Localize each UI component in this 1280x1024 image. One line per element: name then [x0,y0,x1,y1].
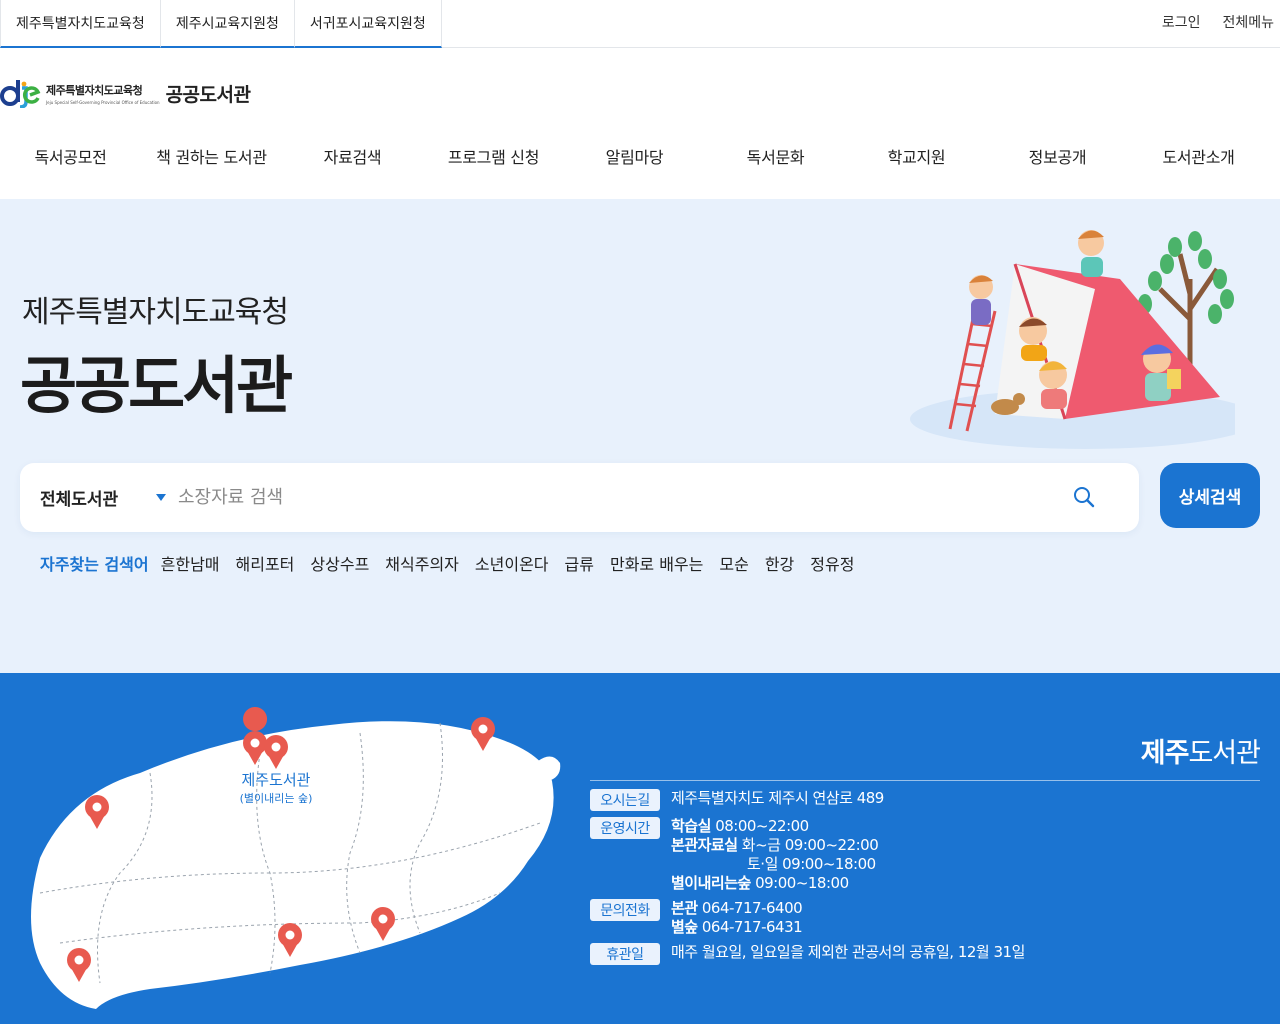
nav-notices[interactable]: 알림마당 [564,132,705,184]
map-library-label[interactable]: 제주도서관 [241,771,310,789]
children-book-illustration [910,230,1235,449]
closed-row: 휴관일 매주 월요일, 일요일을 제외한 관공서의 공휴일, 12월 31일 [590,943,1025,965]
popular-keywords-label: 자주찾는 검색어 [40,555,149,574]
agency-tabs: 제주특별자치도교육청 제주시교육지원청 서귀포시교육지원청 [0,0,442,48]
phone-forest-label: 별숲 [671,918,698,936]
library-title-rest: 도서관 [1188,738,1261,769]
jeju-island-map: 제주도서관 (별이내리는 숲) [31,707,561,1009]
nav-school-support[interactable]: 학교지원 [846,132,987,184]
nav-library-intro[interactable]: 도서관소개 [1128,132,1269,184]
phone-tag: 문의전화 [590,899,660,921]
phone-main[interactable]: 064-717-6400 [702,899,803,917]
hero-section: 제주특별자치도교육청 공공도서관 전체도서관 소장자료 검색 상세검색 자주찾는… [0,199,1280,673]
hours-forest: 09:00~18:00 [755,874,849,892]
catalog-search-box: 전체도서관 [20,463,1139,532]
hours-main-label: 본관자료실 [671,836,738,854]
nav-reading-culture[interactable]: 독서문화 [705,132,846,184]
hours-study: 08:00~22:00 [715,817,809,835]
logo-office-name: 제주특별자치도교육청 [46,83,143,97]
nav-information-disclosure[interactable]: 정보공개 [987,132,1128,184]
library-title-bold: 제주 [1140,738,1190,769]
hours-forest-label: 별이내리는숲 [671,874,751,892]
logo-office-english: Jeju Special Self-Governing Provincial O… [46,99,160,105]
nav-reading-contest[interactable]: 독서공모전 [0,132,141,184]
main-navigation: 독서공모전 책 권하는 도서관 자료검색 프로그램 신청 알림마당 독서문화 학… [0,132,1280,184]
library-info-section: 제주도서관 (별이내리는 숲) 제주도서관 오시는길 제주특별자치도 제주시 연… [0,673,1280,1024]
hours-main-weekday: 화~금 09:00~22:00 [741,836,879,854]
tab-jeju-city-office[interactable]: 제주시교육지원청 [160,0,295,48]
keyword-item[interactable]: 상상수프 [310,551,369,575]
tab-seogwipo-office[interactable]: 서귀포시교육지원청 [294,0,442,48]
phone-forest[interactable]: 064-717-6431 [702,918,803,936]
phone-main-label: 본관 [671,899,698,917]
map-library-sublabel: (별이내리는 숲) [240,792,313,805]
keyword-item[interactable]: 해리포터 [236,551,295,575]
login-link[interactable]: 로그인 [1162,12,1201,32]
popular-keywords: 자주찾는 검색어 흔한남매 해리포터 상상수프 채식주의자 소년이온다 급류 만… [40,551,870,575]
jje-logo-icon [0,80,41,108]
keyword-item[interactable]: 모순 [719,551,748,575]
library-details: 오시는길 제주특별자치도 제주시 연삼로 489 운영시간 학습실 08:00~… [590,789,1025,971]
caret-down-icon[interactable] [156,494,166,501]
address-row: 오시는길 제주특별자치도 제주시 연삼로 489 [590,789,1025,811]
address-text: 제주특별자치도 제주시 연삼로 489 [671,789,884,807]
keyword-item[interactable]: 채식주의자 [385,551,459,575]
catalog-search-input[interactable] [178,477,1048,517]
keyword-item[interactable]: 소년이온다 [475,551,549,575]
nav-recommending-library[interactable]: 책 권하는 도서관 [141,132,282,184]
keyword-item[interactable]: 한강 [765,551,794,575]
keyword-item[interactable]: 정유정 [810,551,854,575]
logo-library-name: 공공도서관 [165,83,251,106]
all-menu-link[interactable]: 전체메뉴 [1222,12,1274,32]
address-tag: 오시는길 [590,789,660,811]
phone-row: 문의전화 본관 064-717-6400 별숲 064-717-6431 [590,899,1025,937]
hours-main-weekend: 토·일 09:00~18:00 [747,855,876,873]
library-title: 제주도서관 [1140,731,1261,770]
keyword-item[interactable]: 급류 [565,551,594,575]
keyword-item[interactable]: 흔한남매 [161,551,220,575]
nav-material-search[interactable]: 자료검색 [282,132,423,184]
nav-program-application[interactable]: 프로그램 신청 [423,132,564,184]
utility-links: 로그인 전체메뉴 [1162,0,1274,44]
library-scope-select[interactable]: 전체도서관 [40,463,118,532]
search-icon[interactable] [1072,485,1096,509]
closed-tag: 휴관일 [590,943,660,965]
hero-title: 공공도서관 [20,349,293,422]
hero-subtitle: 제주특별자치도교육청 [22,295,289,330]
detailed-search-button[interactable]: 상세검색 [1160,463,1260,528]
hours-study-label: 학습실 [671,817,711,835]
top-utility-bar: 제주특별자치도교육청 제주시교육지원청 서귀포시교육지원청 로그인 전체메뉴 [0,0,1280,48]
tab-provincial-office[interactable]: 제주특별자치도교육청 [0,0,161,48]
hours-row: 운영시간 학습실 08:00~22:00 본관자료실 화~금 09:00~22:… [590,817,1025,893]
hours-tag: 운영시간 [590,817,660,839]
closed-days: 매주 월요일, 일요일을 제외한 관공서의 공휴일, 12월 31일 [671,943,1025,961]
keyword-item[interactable]: 만화로 배우는 [610,551,703,575]
site-logo[interactable]: 제주특별자치도교육청 Jeju Special Self-Governing P… [0,76,251,110]
library-title-divider [590,780,1260,781]
